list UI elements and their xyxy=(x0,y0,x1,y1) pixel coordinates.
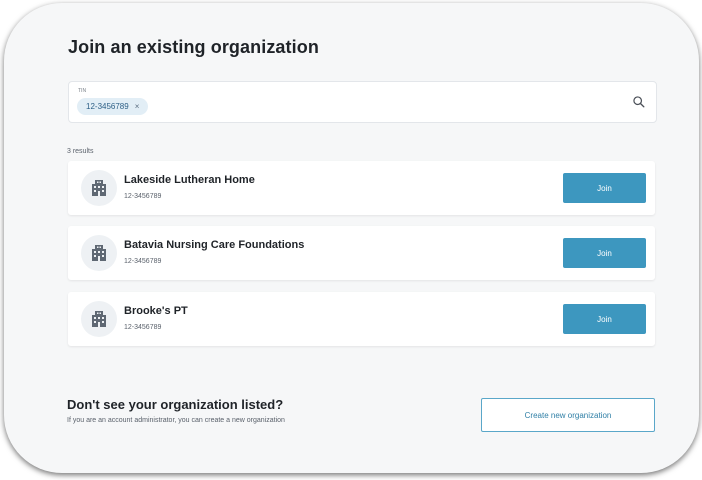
page-title: Join an existing organization xyxy=(68,37,319,57)
organization-name: Lakeside Lutheran Home xyxy=(124,174,255,186)
join-organization-panel: Join an existing organization TIN 12-345… xyxy=(4,3,699,473)
organization-tin: 12-3456789 xyxy=(124,193,162,200)
tin-chip-value: 12-3456789 xyxy=(86,102,129,111)
organization-card: Batavia Nursing Care Foundations 12-3456… xyxy=(68,226,655,280)
search-icon[interactable] xyxy=(632,95,646,109)
tin-filter-chip: 12-3456789 × xyxy=(77,98,149,115)
join-button[interactable]: Join xyxy=(563,173,646,203)
search-field-label: TIN xyxy=(78,88,87,94)
footer-title: Don't see your organization listed? xyxy=(67,397,284,412)
chip-remove-icon[interactable]: × xyxy=(135,102,140,111)
app-frame: Join an existing organization TIN 12-345… xyxy=(4,3,699,473)
organization-name: Batavia Nursing Care Foundations xyxy=(124,239,305,251)
footer-subtitle: If you are an account administrator, you… xyxy=(67,417,285,424)
organization-tin: 12-3456789 xyxy=(124,324,162,331)
building-icon xyxy=(81,235,117,271)
building-icon xyxy=(81,170,117,206)
tin-search-field[interactable]: TIN 12-3456789 × xyxy=(68,81,657,123)
join-button[interactable]: Join xyxy=(563,238,646,268)
organization-card: Lakeside Lutheran Home 12-3456789 Join xyxy=(68,161,655,215)
organization-tin: 12-3456789 xyxy=(124,258,162,265)
organization-card: Brooke's PT 12-3456789 Join xyxy=(68,292,655,346)
join-button[interactable]: Join xyxy=(563,304,646,334)
organization-name: Brooke's PT xyxy=(124,305,188,317)
results-count: 3 results xyxy=(67,148,94,155)
building-icon xyxy=(81,301,117,337)
create-organization-button[interactable]: Create new organization xyxy=(481,398,655,432)
